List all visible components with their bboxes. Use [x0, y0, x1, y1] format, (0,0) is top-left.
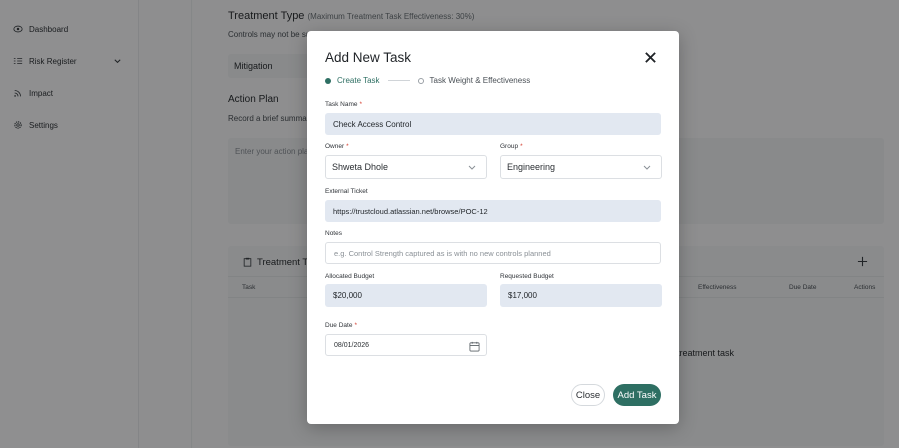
allocated-budget-label: Allocated Budget: [325, 273, 375, 280]
requested-budget-input[interactable]: $17,000: [500, 284, 662, 307]
task-name-input[interactable]: Check Access Control: [325, 113, 661, 135]
allocated-budget-value: $20,000: [333, 291, 362, 300]
due-date-input[interactable]: 08/01/2026: [325, 334, 487, 356]
external-ticket-value: https://trustcloud.atlassian.net/browse/…: [333, 206, 488, 216]
task-name-value: Check Access Control: [333, 119, 412, 129]
required-mark: *: [359, 101, 363, 108]
close-icon[interactable]: [644, 51, 657, 64]
step-label: Create Task: [337, 76, 380, 85]
add-task-button[interactable]: Add Task: [613, 384, 661, 406]
step-create-task[interactable]: Create Task: [325, 76, 380, 85]
allocated-budget-input[interactable]: $20,000: [325, 284, 487, 307]
requested-budget-label: Requested Budget: [500, 273, 554, 280]
calendar-icon[interactable]: [469, 341, 480, 352]
due-date-label: Due Date *: [325, 322, 357, 329]
required-mark: *: [346, 143, 349, 150]
external-ticket-input[interactable]: https://trustcloud.atlassian.net/browse/…: [325, 200, 661, 222]
notes-placeholder: e.g. Control Strength captured as is wit…: [334, 248, 551, 258]
close-button[interactable]: Close: [571, 384, 605, 406]
owner-label: Owner *: [325, 143, 349, 150]
step-active-dot: [325, 77, 331, 84]
chevron-down-icon: [468, 165, 476, 170]
owner-select[interactable]: Shweta Dhole: [325, 155, 487, 179]
modal-title: Add New Task: [325, 50, 412, 65]
due-date-value: 08/01/2026: [334, 341, 370, 349]
notes-input[interactable]: e.g. Control Strength captured as is wit…: [325, 242, 661, 264]
requested-budget-value: $17,000: [508, 291, 537, 300]
stepper: Create Task Task Weight & Effectiveness: [325, 76, 530, 85]
group-label: Group *: [500, 143, 523, 150]
group-value: Engineering: [507, 162, 556, 172]
group-select[interactable]: Engineering: [500, 155, 662, 179]
step-inactive-dot: [417, 77, 424, 84]
required-mark: *: [354, 322, 357, 329]
add-task-modal: Add New Task Create Task Task Weight & E…: [307, 31, 679, 424]
required-mark: *: [520, 143, 523, 150]
notes-label: Notes: [325, 230, 342, 237]
external-ticket-label: External Ticket: [325, 188, 368, 195]
step-connector: [387, 80, 410, 81]
task-name-label: Task Name *: [325, 101, 363, 108]
step-label: Task Weight & Effectiveness: [429, 76, 531, 85]
owner-value: Shweta Dhole: [332, 162, 389, 172]
step-weight-effectiveness[interactable]: Task Weight & Effectiveness: [417, 76, 531, 85]
chevron-down-icon: [643, 165, 651, 170]
